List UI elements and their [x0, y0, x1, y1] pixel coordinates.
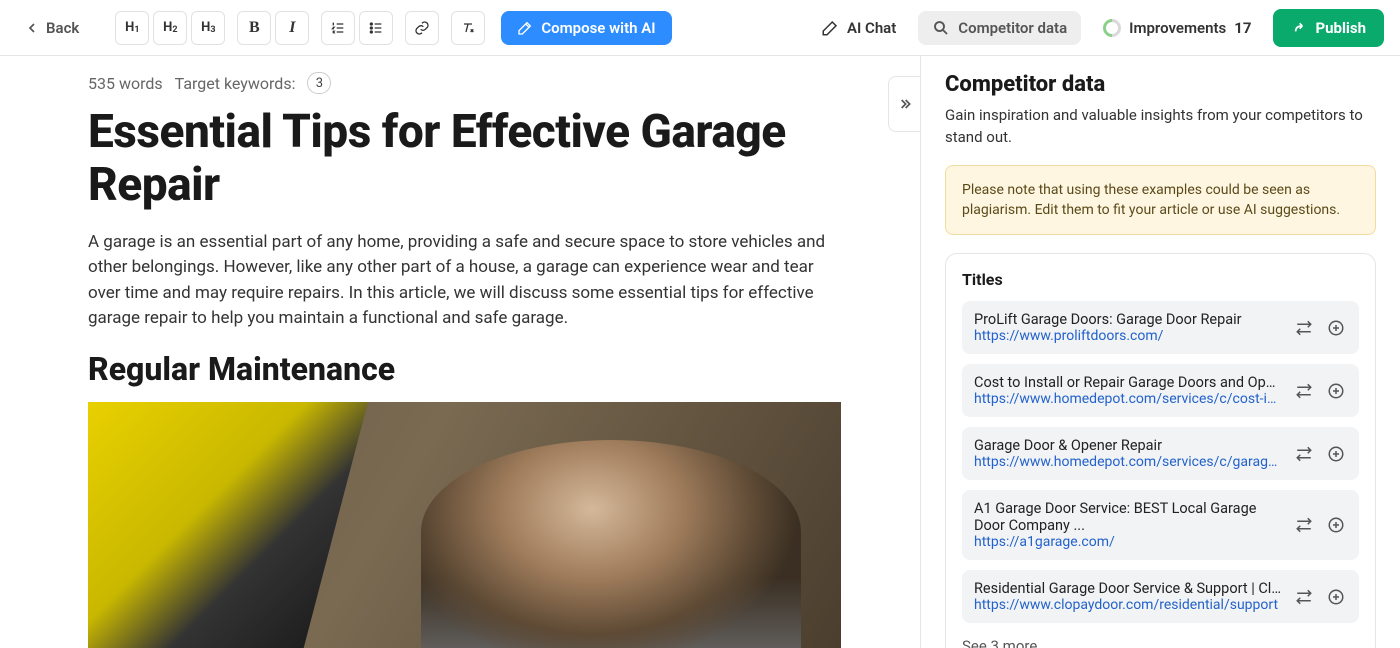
- wand-icon: [517, 20, 533, 36]
- competitor-title: Cost to Install or Repair Garage Doors a…: [974, 374, 1283, 391]
- compose-label: Compose with AI: [541, 19, 655, 37]
- word-count: 535 words: [88, 74, 163, 93]
- sidebar-title: Competitor data: [945, 72, 1376, 97]
- clear-group: [451, 11, 485, 45]
- article-h2-1[interactable]: Regular Maintenance: [88, 350, 880, 388]
- h3-button[interactable]: H3: [191, 11, 225, 45]
- competitor-url[interactable]: https://www.homedepot.com/services/c/gar…: [974, 454, 1283, 470]
- list-group: [321, 11, 393, 45]
- chevrons-right-icon: [897, 96, 913, 112]
- plus-circle-icon: [1327, 445, 1345, 463]
- add-button[interactable]: [1325, 317, 1347, 339]
- competitor-url[interactable]: https://www.proliftdoors.com/: [974, 328, 1283, 344]
- swap-icon: [1295, 445, 1313, 463]
- clear-format-icon: [460, 20, 476, 36]
- unordered-list-button[interactable]: [359, 11, 393, 45]
- italic-button[interactable]: I: [275, 11, 309, 45]
- competitor-item[interactable]: ProLift Garage Doors: Garage Door Repair…: [962, 301, 1359, 354]
- add-button[interactable]: [1325, 443, 1347, 465]
- editor-column: 535 words Target keywords: 3 Essential T…: [0, 56, 920, 648]
- competitor-title: Garage Door & Opener Repair: [974, 437, 1283, 454]
- bold-button[interactable]: B: [237, 11, 271, 45]
- collapse-sidebar-button[interactable]: [888, 76, 920, 132]
- meta-row: 535 words Target keywords: 3: [88, 72, 880, 94]
- format-group: B I: [237, 11, 309, 45]
- clear-format-button[interactable]: [451, 11, 485, 45]
- arrow-left-icon: [24, 20, 40, 36]
- improvements-label: Improvements: [1129, 19, 1226, 37]
- plus-circle-icon: [1327, 319, 1345, 337]
- h1-button[interactable]: H1: [115, 11, 149, 45]
- heading-group: H1 H2 H3: [115, 11, 225, 45]
- main-area: 535 words Target keywords: 3 Essential T…: [0, 56, 1400, 648]
- swap-icon: [1295, 319, 1313, 337]
- see-more-link[interactable]: See 3 more: [962, 637, 1037, 648]
- search-icon: [932, 19, 950, 37]
- target-keywords-label: Target keywords:: [175, 74, 296, 93]
- replace-button[interactable]: [1293, 443, 1315, 465]
- ai-chat-label: AI Chat: [847, 19, 896, 37]
- ai-chat-button[interactable]: AI Chat: [807, 11, 910, 45]
- swap-icon: [1295, 588, 1313, 606]
- competitor-url[interactable]: https://www.homedepot.com/services/c/cos…: [974, 391, 1283, 407]
- ordered-list-icon: [330, 20, 346, 36]
- competitor-item[interactable]: Residential Garage Door Service & Suppor…: [962, 570, 1359, 623]
- plus-circle-icon: [1327, 382, 1345, 400]
- competitor-item[interactable]: Garage Door & Opener Repair https://www.…: [962, 427, 1359, 480]
- replace-button[interactable]: [1293, 586, 1315, 608]
- replace-button[interactable]: [1293, 317, 1315, 339]
- competitor-label: Competitor data: [958, 19, 1067, 37]
- add-button[interactable]: [1325, 514, 1347, 536]
- progress-ring-icon: [1099, 15, 1124, 40]
- titles-heading: Titles: [962, 270, 1359, 289]
- sidebar-panel: Competitor data Gain inspiration and val…: [920, 56, 1400, 648]
- competitor-title: A1 Garage Door Service: BEST Local Garag…: [974, 500, 1283, 534]
- keyword-count-chip[interactable]: 3: [307, 72, 331, 94]
- competitor-url[interactable]: https://www.clopaydoor.com/residential/s…: [974, 597, 1283, 613]
- plus-circle-icon: [1327, 588, 1345, 606]
- top-toolbar: Back H1 H2 H3 B I Compose with AI AI Cha…: [0, 0, 1400, 56]
- improvements-count: 17: [1234, 19, 1251, 37]
- back-label: Back: [46, 19, 79, 37]
- plus-circle-icon: [1327, 516, 1345, 534]
- swap-icon: [1295, 382, 1313, 400]
- unordered-list-icon: [368, 20, 384, 36]
- add-button[interactable]: [1325, 586, 1347, 608]
- wand-small-icon: [821, 19, 839, 37]
- competitor-item[interactable]: Cost to Install or Repair Garage Doors a…: [962, 364, 1359, 417]
- competitor-url[interactable]: https://a1garage.com/: [974, 534, 1283, 550]
- ordered-list-button[interactable]: [321, 11, 355, 45]
- competitor-title: Residential Garage Door Service & Suppor…: [974, 580, 1283, 597]
- add-button[interactable]: [1325, 380, 1347, 402]
- publish-button[interactable]: Publish: [1273, 9, 1384, 47]
- publish-label: Publish: [1315, 19, 1366, 37]
- link-button[interactable]: [405, 11, 439, 45]
- improvements-button[interactable]: Improvements 17: [1089, 11, 1265, 45]
- article-intro[interactable]: A garage is an essential part of any hom…: [88, 230, 848, 332]
- back-button[interactable]: Back: [16, 13, 87, 43]
- article-title[interactable]: Essential Tips for Effective Garage Repa…: [88, 106, 848, 212]
- compose-ai-button[interactable]: Compose with AI: [501, 11, 671, 45]
- replace-button[interactable]: [1293, 514, 1315, 536]
- swap-icon: [1295, 516, 1313, 534]
- plagiarism-warning: Please note that using these examples co…: [945, 165, 1376, 236]
- competitor-title: ProLift Garage Doors: Garage Door Repair: [974, 311, 1283, 328]
- share-arrow-icon: [1291, 20, 1307, 36]
- replace-button[interactable]: [1293, 380, 1315, 402]
- titles-card: Titles ProLift Garage Doors: Garage Door…: [945, 253, 1376, 648]
- competitor-data-button[interactable]: Competitor data: [918, 11, 1081, 45]
- sidebar-description: Gain inspiration and valuable insights f…: [945, 105, 1376, 149]
- competitor-item[interactable]: A1 Garage Door Service: BEST Local Garag…: [962, 490, 1359, 560]
- insert-group: [405, 11, 439, 45]
- article-image[interactable]: [88, 402, 841, 648]
- link-icon: [414, 20, 430, 36]
- h2-button[interactable]: H2: [153, 11, 187, 45]
